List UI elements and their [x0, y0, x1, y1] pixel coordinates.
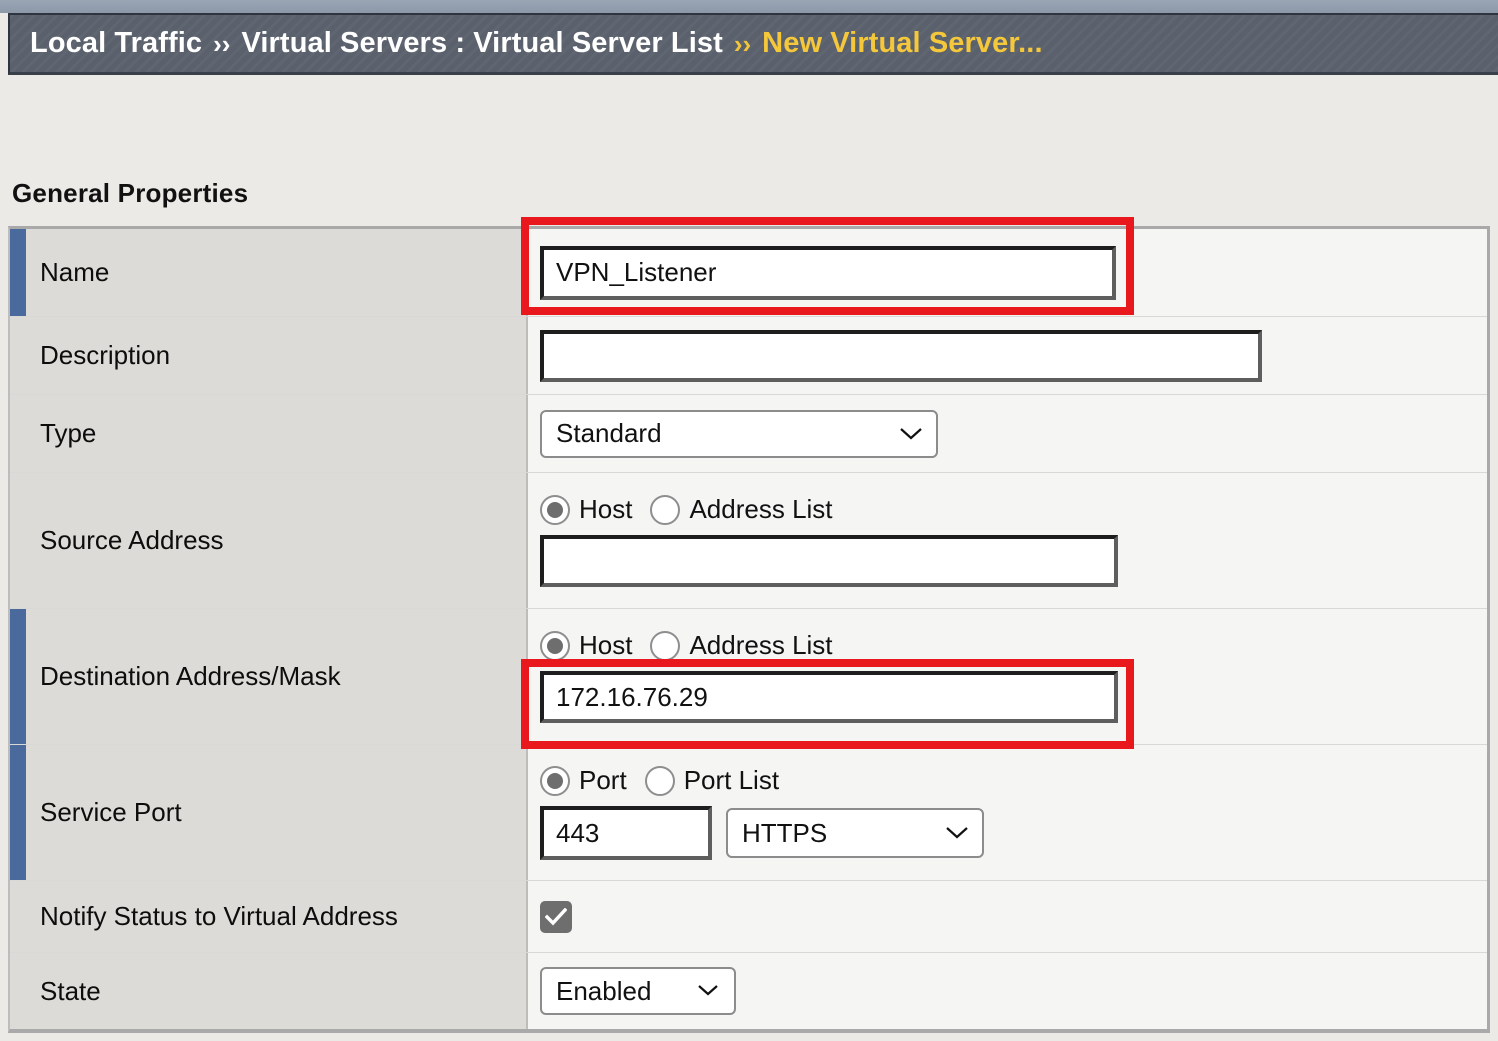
service-port-input[interactable]: 443 [540, 806, 712, 860]
source-address-mode-group: Host Address List [540, 494, 1487, 525]
row-value-name-cell: VPN_Listener [528, 229, 1487, 316]
row-label-type: Type [40, 419, 96, 448]
destination-address-list-radio[interactable] [650, 631, 680, 661]
general-properties-table: Name VPN_Listener Description Type Stand… [8, 226, 1490, 1033]
breadcrumb-item-new-virtual-server: New Virtual Server... [762, 27, 1042, 60]
table-row-type: Type Standard [10, 395, 1487, 473]
name-input[interactable]: VPN_Listener [540, 246, 1116, 300]
row-label-destination-address: Destination Address/Mask [40, 662, 341, 691]
row-label-service-port-cell: Service Port [10, 745, 528, 880]
destination-address-mode-group: Host Address List [540, 630, 1487, 661]
row-label-notify-status: Notify Status to Virtual Address [40, 902, 398, 931]
row-value-service-port-cell: Port Port List 443 HTTPS [528, 745, 1487, 880]
state-select-value: Enabled [556, 976, 651, 1007]
source-address-host-label[interactable]: Host [579, 494, 632, 525]
breadcrumb-separator-1: ›› [213, 29, 230, 60]
source-address-host-radio[interactable] [540, 495, 570, 525]
service-port-list-label[interactable]: Port List [684, 765, 779, 796]
row-value-notify-status-cell [528, 881, 1487, 952]
row-label-type-cell: Type [10, 395, 528, 472]
type-select[interactable]: Standard [540, 410, 938, 458]
row-label-source-address-cell: Source Address [10, 473, 528, 608]
breadcrumb-separator-2: ›› [734, 29, 751, 60]
row-value-description-cell [528, 317, 1487, 394]
table-row-name: Name VPN_Listener [10, 229, 1487, 317]
row-label-source-address: Source Address [40, 526, 224, 555]
description-input[interactable] [540, 330, 1262, 382]
destination-address-host-label[interactable]: Host [579, 630, 632, 661]
row-label-name-cell: Name [10, 229, 528, 316]
service-port-controls: 443 HTTPS [540, 806, 1487, 860]
service-port-port-label[interactable]: Port [579, 765, 627, 796]
destination-address-host-radio[interactable] [540, 631, 570, 661]
row-label-name: Name [40, 258, 109, 287]
service-port-list-radio[interactable] [645, 766, 675, 796]
row-value-destination-address-cell: Host Address List 172.16.76.29 [528, 609, 1487, 744]
breadcrumb-item-virtual-server-list[interactable]: Virtual Servers : Virtual Server List [241, 27, 722, 60]
source-address-list-label[interactable]: Address List [689, 494, 832, 525]
chevron-down-icon [900, 428, 922, 440]
source-address-list-radio[interactable] [650, 495, 680, 525]
row-label-destination-address-cell: Destination Address/Mask [10, 609, 528, 744]
row-label-state-cell: State [10, 953, 528, 1029]
service-port-mode-group: Port Port List [540, 765, 1487, 796]
table-row-service-port: Service Port Port Port List 443 HTTPS [10, 745, 1487, 881]
row-label-description-cell: Description [10, 317, 528, 394]
service-port-port-radio[interactable] [540, 766, 570, 796]
destination-address-input[interactable]: 172.16.76.29 [540, 671, 1118, 723]
service-port-protocol-value: HTTPS [742, 818, 827, 849]
row-label-notify-status-cell: Notify Status to Virtual Address [10, 881, 528, 952]
row-value-source-address-cell: Host Address List [528, 473, 1487, 608]
table-row-destination-address: Destination Address/Mask Host Address Li… [10, 609, 1487, 745]
row-value-state-cell: Enabled [528, 953, 1487, 1029]
table-row-state: State Enabled [10, 953, 1487, 1029]
type-select-value: Standard [556, 418, 662, 449]
chevron-down-icon [946, 827, 968, 839]
checkmark-icon [545, 908, 567, 926]
table-row-description: Description [10, 317, 1487, 395]
window-top-strip [0, 0, 1498, 13]
source-address-input[interactable] [540, 535, 1118, 587]
chevron-down-icon [698, 985, 720, 997]
row-label-description: Description [40, 341, 170, 370]
state-select[interactable]: Enabled [540, 967, 736, 1015]
table-row-notify-status: Notify Status to Virtual Address [10, 881, 1487, 953]
destination-address-list-label[interactable]: Address List [689, 630, 832, 661]
breadcrumb: Local Traffic ›› Virtual Servers : Virtu… [8, 13, 1498, 75]
page-title: General Properties [12, 178, 248, 209]
row-label-service-port: Service Port [40, 798, 182, 827]
row-label-state: State [40, 977, 101, 1006]
row-value-type-cell: Standard [528, 395, 1487, 472]
breadcrumb-item-local-traffic[interactable]: Local Traffic [30, 27, 202, 60]
notify-status-checkbox[interactable] [540, 901, 572, 933]
service-port-protocol-select[interactable]: HTTPS [726, 808, 984, 858]
table-row-source-address: Source Address Host Address List [10, 473, 1487, 609]
